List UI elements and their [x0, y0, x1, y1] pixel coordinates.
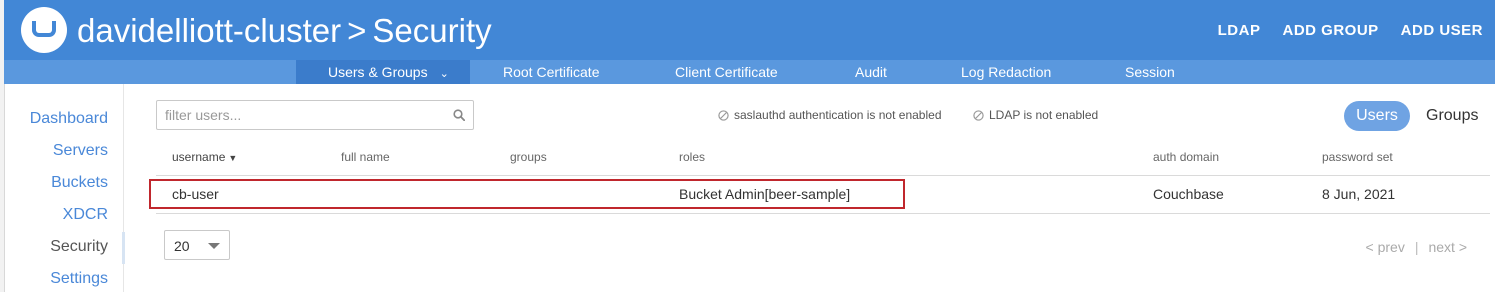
- ldap-button[interactable]: LDAP: [1218, 22, 1261, 39]
- sidebar-item-servers[interactable]: Servers: [53, 142, 108, 160]
- saslauthd-status-text: saslauthd authentication is not enabled: [734, 108, 942, 122]
- page-title: davidelliott-cluster > Security: [77, 8, 492, 54]
- tab-log-redaction[interactable]: Log Redaction: [961, 60, 1051, 84]
- groups-toggle-button[interactable]: Groups: [1426, 101, 1478, 131]
- sidebar-active-indicator: [122, 232, 125, 264]
- filter-users-field: [156, 100, 474, 130]
- table-row-divider: [156, 213, 1490, 214]
- column-header-full-name[interactable]: full name: [341, 150, 390, 164]
- page-size-select[interactable]: 20: [164, 230, 230, 260]
- sidebar-nav: Dashboard Servers Buckets XDCR Security …: [4, 84, 125, 292]
- not-enabled-icon: [718, 109, 729, 121]
- column-header-password-set[interactable]: password set: [1322, 150, 1393, 164]
- breadcrumb-separator: >: [347, 12, 367, 49]
- cluster-name[interactable]: davidelliott-cluster: [77, 12, 341, 49]
- chevron-down-icon: ⌄: [439, 68, 449, 80]
- section-name: Security: [372, 12, 492, 49]
- sidebar-item-buckets[interactable]: Buckets: [51, 174, 108, 192]
- security-tabs: Users & Groups ⌄ Root Certificate Client …: [4, 60, 1495, 84]
- column-header-username[interactable]: username ▼: [172, 150, 237, 164]
- table-header-divider: [156, 175, 1490, 176]
- add-user-button[interactable]: ADD USER: [1401, 22, 1483, 39]
- cell-auth-domain: Couchbase: [1153, 186, 1224, 202]
- column-header-roles[interactable]: roles: [679, 150, 705, 164]
- pagination: < prev | next >: [1366, 239, 1467, 255]
- pagination-divider: |: [1414, 239, 1419, 255]
- search-icon[interactable]: [453, 109, 465, 121]
- cell-password-set: 8 Jun, 2021: [1322, 186, 1396, 202]
- tab-audit[interactable]: Audit: [855, 60, 887, 84]
- add-group-button[interactable]: ADD GROUP: [1282, 22, 1378, 39]
- tab-users-groups[interactable]: Users & Groups ⌄: [296, 60, 470, 84]
- ldap-status-note: LDAP is not enabled: [973, 108, 1098, 122]
- caret-down-icon: [208, 243, 220, 249]
- page-size-value: 20: [174, 238, 190, 254]
- tab-users-groups-label: Users & Groups: [328, 64, 428, 80]
- column-header-username-label: username: [172, 150, 226, 164]
- app-header: davidelliott-cluster > Security LDAP ADD G…: [4, 0, 1495, 60]
- saslauthd-status-note: saslauthd authentication is not enabled: [718, 108, 942, 122]
- sidebar-item-dashboard[interactable]: Dashboard: [30, 110, 108, 128]
- sort-descending-icon: ▼: [228, 153, 238, 163]
- header-actions: LDAP ADD GROUP ADD USER: [1196, 0, 1483, 60]
- prev-page-link[interactable]: < prev: [1366, 239, 1405, 255]
- couchbase-logo-icon[interactable]: [21, 7, 67, 53]
- column-header-groups[interactable]: groups: [510, 150, 547, 164]
- column-header-auth-domain[interactable]: auth domain: [1153, 150, 1219, 164]
- sidebar-item-security[interactable]: Security: [50, 238, 108, 256]
- tab-root-certificate[interactable]: Root Certificate: [503, 60, 599, 84]
- sidebar-item-xdcr[interactable]: XDCR: [63, 206, 108, 224]
- next-page-link[interactable]: next >: [1428, 239, 1467, 255]
- ldap-status-text: LDAP is not enabled: [989, 108, 1099, 122]
- not-enabled-icon: [973, 109, 984, 121]
- sidebar-item-settings[interactable]: Settings: [50, 270, 108, 288]
- row-highlight-annotation: [149, 179, 905, 209]
- users-toggle-button[interactable]: Users: [1344, 101, 1410, 131]
- tab-session[interactable]: Session: [1125, 60, 1175, 84]
- filter-users-input[interactable]: [157, 101, 445, 129]
- tab-client-certificate[interactable]: Client Certificate: [675, 60, 778, 84]
